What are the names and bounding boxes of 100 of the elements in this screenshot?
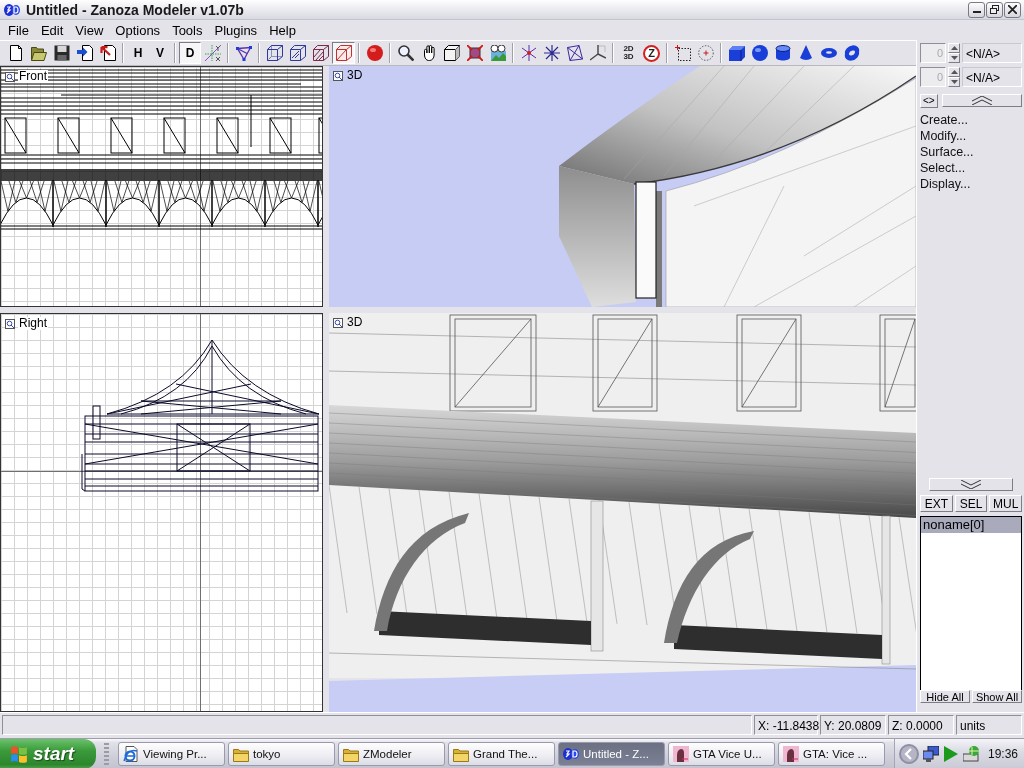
app-logo-icon (563, 745, 579, 762)
wire-cube-icon (335, 45, 352, 61)
sphere-icon (751, 45, 768, 61)
play-icon (942, 745, 959, 762)
browser-page-icon (123, 745, 139, 762)
open-folder-icon (30, 45, 47, 61)
import-icon (99, 45, 116, 61)
command-item[interactable]: Modify... (920, 128, 1022, 144)
value-label: <N/A> (962, 67, 1022, 87)
viewport-menu-icon (5, 318, 15, 329)
command-item[interactable]: Display... (920, 176, 1022, 192)
down-arrow-icon (950, 80, 958, 84)
toolbar-button[interactable]: H (127, 42, 149, 64)
menu-item[interactable]: File (2, 22, 35, 38)
viewport-label: Front (18, 70, 48, 83)
ring-icon (843, 45, 860, 61)
save-icon (53, 45, 70, 61)
magnifier-icon (397, 45, 414, 61)
box-icon (728, 45, 745, 61)
command-item[interactable]: Create... (920, 112, 1022, 128)
taskbar-button[interactable]: ZModeler (338, 741, 445, 766)
restore-icon (990, 5, 999, 14)
taskbar-button[interactable]: tokyo (228, 741, 335, 766)
binoculars-picture-icon (489, 45, 506, 61)
spin-down-button[interactable] (948, 53, 960, 63)
polygon-icon (566, 45, 583, 61)
menu-item[interactable]: View (69, 22, 110, 38)
close-icon (1008, 5, 1017, 14)
asterisk-icon (543, 45, 560, 61)
menu-item[interactable]: Options (109, 22, 167, 38)
command-item[interactable]: Surface... (920, 144, 1022, 160)
viewport-menu-icon (333, 317, 343, 328)
triangle-mesh-icon (235, 45, 252, 61)
clock: 19:36 (987, 746, 1018, 761)
restore-button[interactable] (986, 1, 1003, 18)
torus-icon (820, 45, 837, 61)
object-item[interactable]: noname[0] (921, 517, 1021, 533)
menu-item[interactable]: Tools (166, 22, 209, 38)
spin-up-button[interactable] (948, 67, 960, 77)
drive-icon (962, 745, 979, 762)
value-label: <N/A> (962, 43, 1022, 63)
collapse-button[interactable] (941, 94, 1022, 107)
wire-cube-icon (289, 45, 306, 61)
close-button[interactable] (1004, 1, 1021, 18)
cylinder-icon (774, 45, 791, 61)
chevron-left-icon (898, 743, 919, 764)
app-logo-icon (4, 1, 20, 18)
hatched-cube-icon (312, 45, 329, 61)
mode-button[interactable]: SEL (954, 495, 988, 512)
game-icon (783, 745, 799, 762)
axes-icon (589, 45, 606, 61)
wire-cube-icon (266, 45, 283, 61)
viewport-label: 3D (346, 69, 364, 82)
menu-item[interactable]: Plugins (208, 22, 264, 38)
toolbar-button[interactable]: 2D 3D (617, 42, 640, 64)
spin-down-button[interactable] (948, 77, 960, 87)
down-arrow-icon (950, 56, 958, 60)
list-button[interactable]: Show All (972, 690, 1022, 703)
status-field: Z: 0.0000 (888, 715, 954, 735)
windows-logo-icon (10, 744, 28, 763)
double-chevron-down-icon (961, 480, 981, 489)
list-button[interactable]: Hide All (920, 690, 970, 703)
minimize-button[interactable] (968, 1, 985, 18)
toggle-button[interactable]: <> (920, 93, 938, 108)
taskbar-button[interactable]: GTA Vice U... (668, 741, 775, 766)
vertex-cross-icon (520, 45, 537, 61)
toolbar-grip[interactable] (104, 742, 109, 765)
status-field: Y: 20.0809 (820, 715, 886, 735)
start-button[interactable]: start (0, 738, 96, 768)
status-field: units (956, 715, 1022, 735)
export-icon (76, 45, 93, 61)
spin-up-button[interactable] (948, 43, 960, 53)
show-hidden-icons-button[interactable] (898, 743, 919, 764)
viewport-label: 3D (346, 316, 364, 329)
dashed-rectangle-icon (674, 45, 691, 61)
expand-button[interactable] (929, 478, 1013, 491)
up-arrow-icon (950, 46, 958, 50)
toolbar-button[interactable]: V (149, 42, 171, 64)
viewport-menu-icon (5, 71, 15, 82)
viewport-label: Right (18, 317, 48, 330)
window-title: Untitled - Zanoza Modeler v1.07b (26, 1, 244, 18)
sphere-icon (366, 45, 383, 61)
mode-button[interactable]: EXT (920, 495, 953, 512)
taskbar-button[interactable]: GTA: Vice ... (778, 741, 885, 766)
viewport-menu-icon (333, 70, 343, 81)
up-arrow-icon (950, 70, 958, 74)
double-chevron-up-icon (971, 96, 992, 105)
network-icon (922, 745, 939, 762)
cube-arrows-icon (466, 45, 483, 61)
game-icon (673, 745, 689, 762)
menu-item[interactable]: Edit (34, 22, 70, 38)
taskbar-button[interactable]: Grand The... (448, 741, 555, 766)
status-field: X: -11.8438 (754, 715, 818, 735)
menu-item[interactable]: Help (263, 22, 302, 38)
toolbar-button[interactable]: D (179, 42, 201, 64)
axes-icon (204, 45, 221, 61)
mode-button[interactable]: MUL (989, 495, 1022, 512)
taskbar-button[interactable]: Viewing Pr... (118, 741, 225, 766)
taskbar-button[interactable]: Untitled - Z... (558, 741, 665, 766)
command-item[interactable]: Select... (920, 160, 1022, 176)
